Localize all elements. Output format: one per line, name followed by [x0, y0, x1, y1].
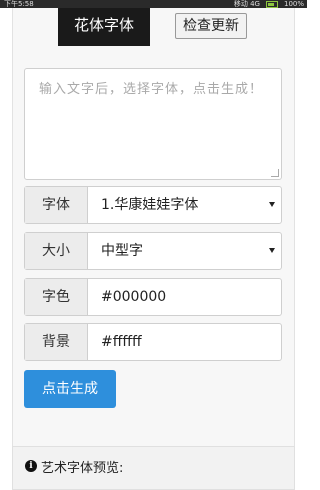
background-color-value[interactable]: #ffffff: [101, 324, 142, 360]
battery-icon: [265, 1, 278, 8]
text-input-placeholder: 输入文字后，选择字体，点击生成！: [39, 82, 264, 97]
info-icon: i: [25, 460, 37, 472]
battery-level: 100%: [283, 0, 304, 8]
font-select[interactable]: 字体 1.华康娃娃字体: [24, 186, 282, 224]
text-color-value[interactable]: #000000: [101, 279, 166, 315]
generate-button[interactable]: 点击生成: [24, 370, 116, 408]
font-label: 字体: [25, 187, 88, 223]
tab-fancy-font[interactable]: 花体字体: [58, 8, 150, 46]
background-color-label: 背景: [25, 324, 88, 360]
preview-panel: i 艺术字体预览:: [12, 446, 295, 490]
caret-down-icon: [269, 248, 275, 253]
status-bar: 下午5:58 移动 4G 100%: [0, 0, 307, 8]
font-value: 1.华康娃娃字体: [101, 197, 199, 213]
check-update-button[interactable]: 检查更新: [175, 13, 247, 39]
caret-down-icon: [269, 202, 275, 207]
background-color-field[interactable]: 背景 #ffffff: [24, 323, 282, 361]
text-color-field[interactable]: 字色 #000000: [24, 278, 282, 316]
size-value: 中型字: [101, 243, 143, 259]
preview-title: 艺术字体预览:: [41, 461, 124, 476]
status-time: 下午5:58: [4, 0, 34, 8]
text-input-area[interactable]: 输入文字后，选择字体，点击生成！: [24, 68, 282, 180]
size-select[interactable]: 大小 中型字: [24, 232, 282, 270]
size-label: 大小: [25, 233, 88, 269]
carrier-label: 移动 4G: [233, 0, 260, 8]
text-color-label: 字色: [25, 279, 88, 315]
resize-grip-icon[interactable]: [271, 169, 279, 177]
